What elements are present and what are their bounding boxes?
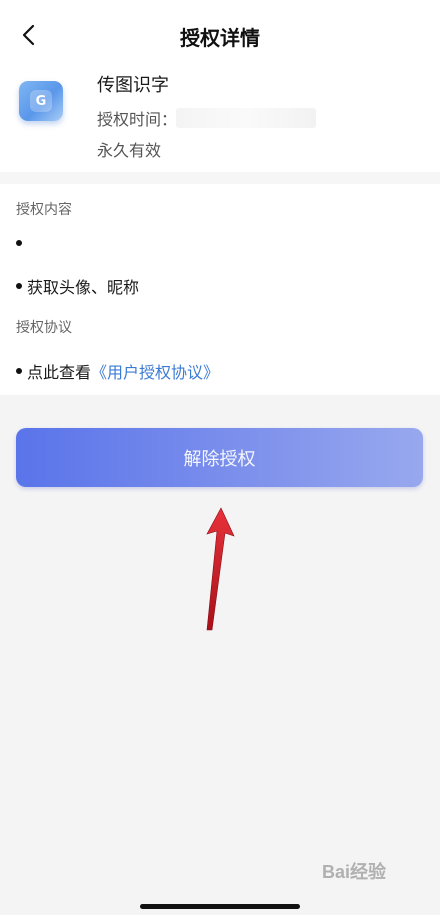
red-arrow-annotation-icon [206, 507, 235, 631]
revoke-authorization-button[interactable]: 解除授权 [16, 428, 423, 487]
list-item-text: 获取头像、昵称 [27, 278, 140, 297]
bullet-dot [16, 368, 22, 374]
agreement-prefix: 点此查看 [27, 363, 92, 382]
auth-time-value-redacted [176, 108, 316, 128]
app-logo-letter: G [30, 90, 52, 112]
section-title-content: 授权内容 [16, 202, 72, 218]
list-item [16, 240, 27, 246]
app-info-card: 授权详情 G 传图识字 授权时间： 永久有效 [0, 0, 440, 172]
agreement-item: 点此查看 《用户授权协议》 [16, 359, 219, 383]
auth-time-label: 授权时间： [97, 110, 178, 129]
home-indicator [140, 904, 300, 909]
section-divider [0, 172, 440, 184]
validity-text: 永久有效 [97, 141, 162, 160]
app-name: 传图识字 [97, 75, 169, 96]
page-title: 授权详情 [180, 26, 260, 50]
agreement-link[interactable]: 《用户授权协议》 [91, 359, 219, 383]
section-title-agreement: 授权协议 [16, 320, 72, 336]
bullet-dot [16, 240, 22, 246]
list-item: 获取头像、昵称 [16, 274, 139, 298]
app-logo-icon: G [19, 81, 63, 121]
bullet-dot [16, 283, 22, 289]
watermark: Bai经验 [322, 862, 387, 882]
authorization-content: 授权内容 获取头像、昵称 授权协议 点此查看 《用户授权协议》 [0, 184, 440, 395]
navigation-bar: 授权详情 [0, 0, 440, 70]
